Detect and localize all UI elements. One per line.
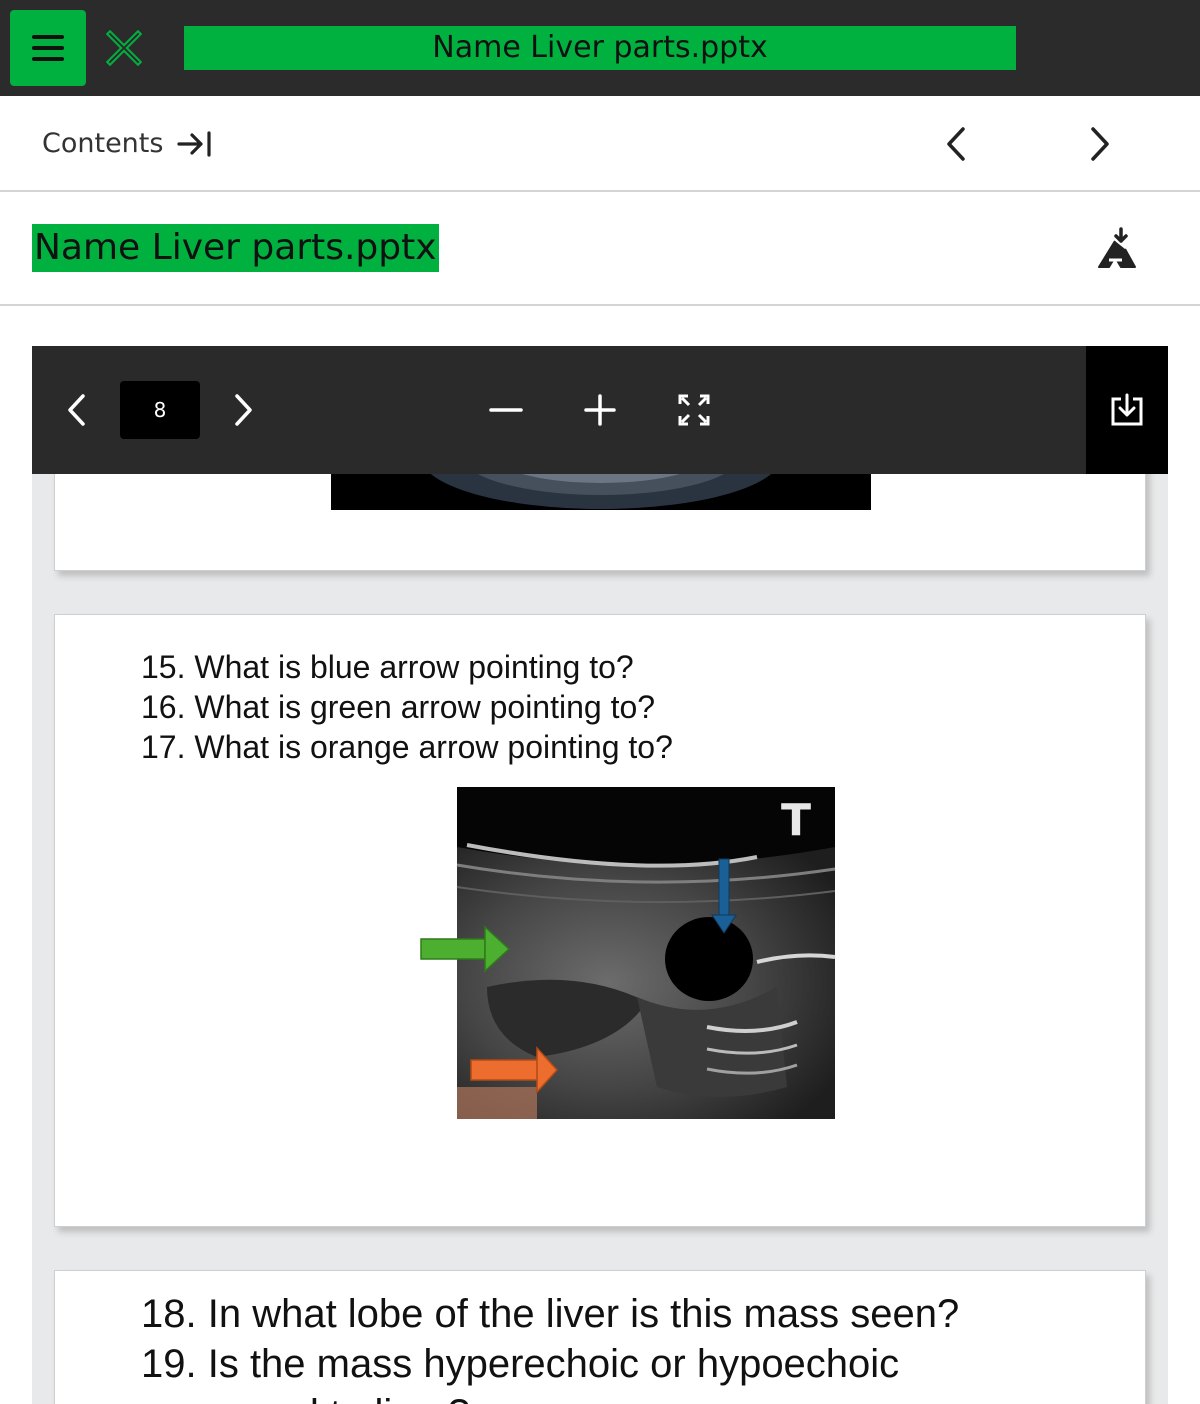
close-button[interactable] xyxy=(100,24,148,72)
next-page-button[interactable] xyxy=(1074,120,1126,168)
contents-nav-bar: Contents xyxy=(0,96,1200,192)
toolbar-next-page-button[interactable] xyxy=(224,386,264,434)
app-title: Name Liver parts.pptx xyxy=(184,26,1016,70)
document-title: Name Liver parts.pptx xyxy=(32,224,439,272)
download-button[interactable] xyxy=(1086,346,1168,474)
fullscreen-button[interactable] xyxy=(670,386,718,434)
chevron-left-icon xyxy=(947,127,965,161)
menu-button[interactable] xyxy=(10,10,86,86)
accessibility-download-button[interactable] xyxy=(1090,222,1144,276)
slide-8: 15. What is blue arrow pointing to? 16. … xyxy=(54,614,1146,1227)
zoom-in-icon xyxy=(584,394,616,426)
page-number-input[interactable]: 8 xyxy=(120,381,200,439)
question-15: 15. What is blue arrow pointing to? xyxy=(141,649,634,685)
question-19: 19. Is the mass hyperechoic or hypoechoi… xyxy=(141,1342,900,1386)
document-title-bar: Name Liver parts.pptx xyxy=(0,192,1200,306)
previous-page-button[interactable] xyxy=(930,120,982,168)
zoom-in-button[interactable] xyxy=(576,386,624,434)
orientation-marker: T xyxy=(781,795,811,846)
viewer-toolbar: 8 xyxy=(32,346,1168,474)
question-17: 17. What is orange arrow pointing to? xyxy=(141,729,673,765)
app-bar: Name Liver parts.pptx xyxy=(0,0,1200,96)
fullscreen-icon xyxy=(678,394,710,426)
zoom-out-button[interactable] xyxy=(482,386,530,434)
slide-9: 18. In what lobe of the liver is this ma… xyxy=(54,1270,1146,1404)
contents-button[interactable]: Contents xyxy=(42,126,213,162)
chevron-left-icon xyxy=(68,394,85,426)
question-18: 18. In what lobe of the liver is this ma… xyxy=(141,1292,960,1336)
contents-label: Contents xyxy=(42,128,164,159)
chevron-right-icon xyxy=(235,394,252,426)
question-16: 16. What is green arrow pointing to? xyxy=(141,689,656,725)
question-19-continued: compared to liver? xyxy=(141,1389,959,1404)
accessible-download-icon xyxy=(1098,227,1136,268)
hamburger-icon xyxy=(32,35,64,61)
liver-ultrasound-image: T xyxy=(420,787,836,1119)
expand-panel-icon xyxy=(177,131,212,157)
toolbar-previous-page-button[interactable] xyxy=(56,386,96,434)
chevron-right-icon xyxy=(1091,127,1109,161)
question-list: 15. What is blue arrow pointing to? 16. … xyxy=(141,647,673,767)
download-icon xyxy=(1111,393,1143,426)
document-viewer[interactable]: 8 15. What is blue arrow pointing to? 16… xyxy=(32,346,1168,1404)
question-list: 18. In what lobe of the liver is this ma… xyxy=(141,1289,959,1404)
close-icon xyxy=(106,30,142,66)
zoom-out-icon xyxy=(489,408,523,412)
